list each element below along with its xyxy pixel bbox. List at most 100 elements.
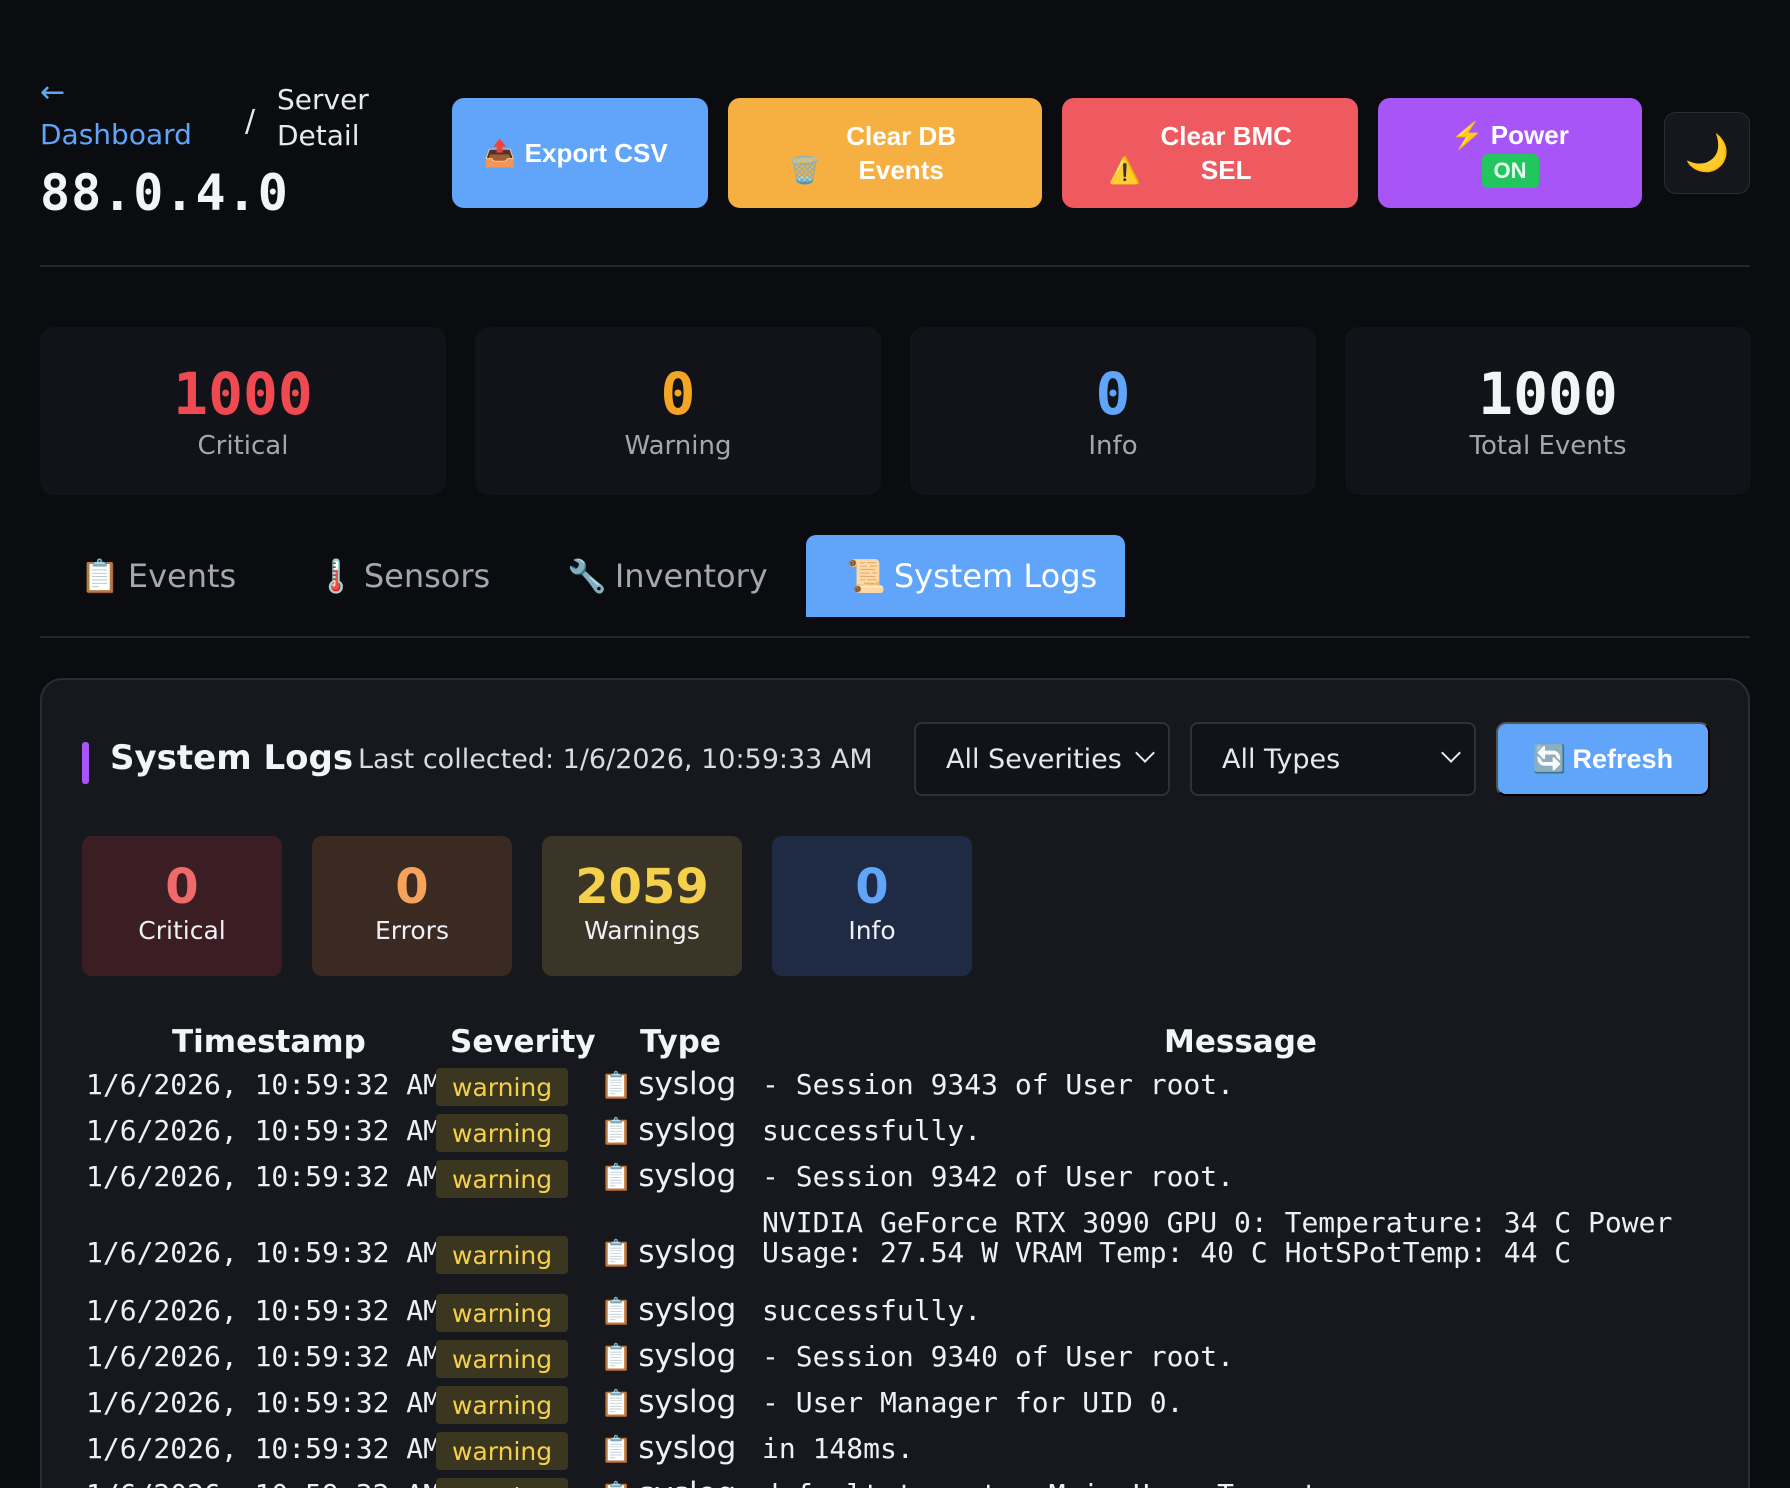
wrench-icon: 🔧 [567, 557, 607, 595]
tab-label: Events [127, 557, 237, 595]
power-label: Power [1490, 120, 1569, 150]
tab-inventory[interactable]: 🔧 Inventory [527, 535, 808, 617]
message-cell: NVIDIA GeForce RTX 3090 GPU 0: Temperatu… [762, 1206, 1673, 1269]
summary-card-warnings: 2059 Warnings [542, 836, 742, 976]
tab-system-logs[interactable]: 📜 System Logs [806, 535, 1125, 617]
timestamp-cell: 1/6/2026, 10:59:32 AM [86, 1432, 441, 1465]
severity-select-value: All Severities [946, 743, 1122, 775]
clear-bmc-label: Clear BMC SEL [1160, 121, 1292, 185]
severity-badge: warning [436, 1432, 569, 1470]
page-header: ← Dashboard / Server Detail 88.0.4.0 📤 Ex… [40, 78, 1750, 268]
clear-db-label: Clear DB Events [846, 121, 957, 185]
clear-bmc-sel-button[interactable]: ⚠️ Clear BMC SEL [1062, 98, 1358, 208]
tab-events[interactable]: 📋 Events [40, 535, 276, 617]
panel-accent-bar [82, 742, 89, 784]
stat-label: Critical [197, 431, 289, 461]
message-cell: - User Manager for UID 0. [762, 1386, 1184, 1419]
summary-value: 0 [165, 859, 199, 915]
stat-label: Info [1088, 431, 1138, 461]
breadcrumb-dashboard-link[interactable]: Dashboard [40, 118, 192, 151]
message-cell: default.target - Main User Target. [762, 1480, 1722, 1488]
stat-card-info: 0 Info [910, 327, 1316, 495]
timestamp-cell: 1/6/2026, 10:59:32 AM [86, 1160, 441, 1193]
breadcrumb-current: Server Detail [277, 83, 369, 152]
summary-value: 2059 [575, 859, 709, 915]
timestamp-cell: 1/6/2026, 10:59:32 AM [86, 1068, 441, 1101]
stat-label: Total Events [1469, 431, 1627, 461]
stat-value: 1000 [173, 360, 313, 428]
column-header-severity[interactable]: Severity [450, 1024, 596, 1060]
timestamp-cell: 1/6/2026, 10:59:32 AM [86, 1478, 440, 1488]
type-cell: syslog [638, 1234, 737, 1270]
tab-label: System Logs [893, 557, 1098, 595]
type-cell: syslog [638, 1292, 737, 1328]
type-cell: syslog [638, 1112, 737, 1148]
column-header-message[interactable]: Message [1164, 1024, 1317, 1060]
refresh-label: Refresh [1572, 743, 1674, 774]
type-cell: syslog [638, 1476, 736, 1488]
severity-badge: warning [436, 1114, 569, 1152]
column-header-type[interactable]: Type [640, 1024, 721, 1060]
tabs-divider [40, 636, 1750, 638]
severity-badge: warning [436, 1160, 569, 1198]
type-cell: syslog [638, 1430, 737, 1466]
scroll-icon: 📜 [846, 557, 886, 595]
message-cell: - Session 9343 of User root. [762, 1068, 1235, 1101]
stat-value: 0 [1095, 360, 1131, 428]
back-arrow-icon[interactable]: ← [40, 78, 65, 108]
summary-label: Info [848, 916, 896, 945]
theme-toggle-button[interactable]: 🌙 [1664, 112, 1750, 194]
type-select-value: All Types [1222, 743, 1341, 775]
header-divider [40, 265, 1750, 267]
moon-icon: 🌙 [1684, 132, 1730, 173]
type-cell: syslog [638, 1066, 737, 1102]
message-cell: - Session 9342 of User root. [762, 1160, 1235, 1193]
timestamp-cell: 1/6/2026, 10:59:32 AM [86, 1236, 441, 1269]
summary-value: 0 [395, 859, 429, 915]
refresh-button[interactable]: 🔄 Refresh [1496, 722, 1710, 796]
clipboard-icon: 📋 [600, 1071, 633, 1101]
warning-icon: ⚠️ [1108, 155, 1142, 185]
timestamp-cell: 1/6/2026, 10:59:32 AM [86, 1114, 441, 1147]
summary-label: Warnings [584, 916, 700, 945]
stat-card-total: 1000 Total Events [1345, 327, 1751, 495]
message-cell: in 148ms. [762, 1432, 914, 1465]
trash-icon: 🗑️ [788, 155, 822, 185]
clipboard-icon: 📋 [80, 557, 120, 595]
message-cell: - Session 9340 of User root. [762, 1340, 1235, 1373]
severity-badge: warning [436, 1068, 569, 1106]
summary-card-info: 0 Info [772, 836, 972, 976]
tab-label: Sensors [363, 557, 491, 595]
clipboard-icon: 📋 [600, 1239, 633, 1269]
tab-label: Inventory [614, 557, 768, 595]
stat-value: 1000 [1478, 360, 1618, 428]
type-cell: syslog [638, 1384, 737, 1420]
stat-card-warning: 0 Warning [475, 327, 881, 495]
lightning-icon: ⚡ [1451, 120, 1484, 150]
summary-value: 0 [855, 859, 889, 915]
clipboard-icon: 📋 [600, 1163, 633, 1193]
export-csv-button[interactable]: 📤 Export CSV [452, 98, 708, 208]
message-cell: successfully. [762, 1114, 982, 1147]
clipboard-icon: 📋 [600, 1435, 633, 1465]
clipboard-icon: 📋 [600, 1117, 633, 1147]
severity-badge: warning [436, 1478, 569, 1488]
power-button[interactable]: ⚡ Power ON [1378, 98, 1642, 208]
clipboard-icon: 📋 [600, 1343, 633, 1373]
timestamp-cell: 1/6/2026, 10:59:32 AM [86, 1340, 441, 1373]
thermometer-icon: 🌡️ [316, 557, 356, 595]
panel-title: System Logs [110, 738, 354, 778]
stat-value: 0 [660, 360, 696, 428]
summary-card-critical: 0 Critical [82, 836, 282, 976]
column-header-timestamp[interactable]: Timestamp [172, 1024, 366, 1060]
last-collected-text: Last collected: 1/6/2026, 10:59:33 AM [358, 744, 873, 775]
stat-card-critical: 1000 Critical [40, 327, 446, 495]
summary-label: Critical [138, 916, 226, 945]
tab-sensors[interactable]: 🌡️ Sensors [276, 535, 530, 617]
clear-db-events-button[interactable]: 🗑️ Clear DB Events [728, 98, 1042, 208]
system-logs-panel: System Logs Last collected: 1/6/2026, 10… [40, 678, 1750, 1488]
chevron-down-icon [1135, 743, 1155, 763]
severity-badge: warning [436, 1340, 569, 1378]
severity-select[interactable]: All Severities [914, 722, 1170, 796]
type-select[interactable]: All Types [1190, 722, 1476, 796]
